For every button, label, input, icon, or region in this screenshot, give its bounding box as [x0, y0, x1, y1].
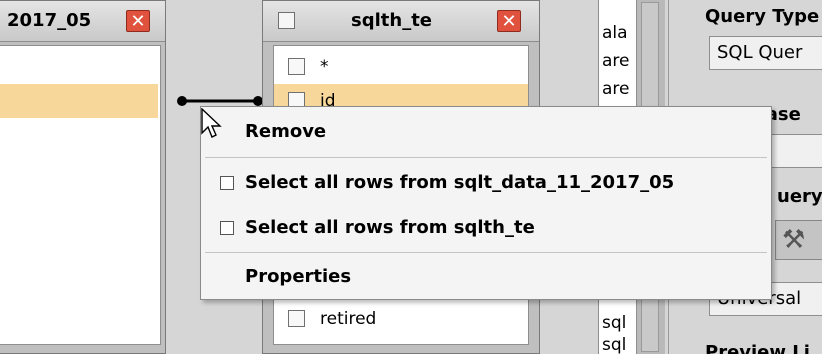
- query-type-dropdown[interactable]: SQL Quer: [709, 36, 822, 70]
- menu-item-remove[interactable]: Remove: [201, 109, 771, 155]
- menu-item-properties-label: Properties: [245, 266, 352, 287]
- query-type-label: Query Type: [705, 6, 820, 27]
- tools-icon: ⚒: [782, 225, 806, 255]
- side-text-line: are: [602, 51, 630, 71]
- menu-item-properties[interactable]: Properties: [201, 254, 771, 300]
- left-table-column-list: [0, 45, 161, 345]
- menu-separator: [205, 157, 767, 158]
- menu-item-select-all-left-label: Select all rows from sqlt_data_11_2017_0…: [245, 172, 675, 193]
- left-table-close-button[interactable]: ✕: [126, 10, 150, 32]
- column-row-retired[interactable]: retired: [274, 302, 528, 336]
- menu-item-select-all-right-label: Select all rows from sqlth_te: [245, 217, 535, 238]
- left-table-window: 2017_05 ✕: [0, 0, 166, 354]
- column-checkbox-retired[interactable]: [288, 310, 305, 327]
- left-table-titlebar[interactable]: 2017_05 ✕: [0, 1, 165, 42]
- right-table-title: sqlth_te: [351, 10, 432, 31]
- mouse-pointer-icon: [201, 108, 222, 138]
- menu-item-remove-label: Remove: [245, 121, 327, 142]
- column-label-all: *: [320, 57, 329, 77]
- column-checkbox-all[interactable]: [288, 58, 305, 75]
- build-query-button[interactable]: ⚒: [775, 220, 822, 260]
- menu-checkbox-select-all-left: [220, 176, 234, 190]
- left-table-title: 2017_05: [7, 10, 92, 31]
- menu-separator: [205, 252, 767, 253]
- side-text-line: are: [602, 79, 630, 99]
- context-menu: Remove Select all rows from sqlt_data_11…: [200, 106, 772, 300]
- preview-limit-label: Preview Li: [705, 342, 810, 354]
- column-row-all[interactable]: *: [274, 50, 528, 84]
- side-text-line: sql: [602, 335, 627, 354]
- menu-item-select-all-right[interactable]: Select all rows from sqlth_te: [201, 205, 771, 251]
- select-all-table-checkbox[interactable]: [278, 12, 295, 29]
- right-table-close-button[interactable]: ✕: [497, 10, 521, 32]
- left-table-highlighted-row[interactable]: [0, 84, 158, 118]
- column-label-retired: retired: [320, 309, 377, 329]
- query-label: uery: [777, 186, 822, 207]
- menu-checkbox-select-all-right: [220, 221, 234, 235]
- side-text-line: sql: [602, 313, 627, 333]
- side-text-line: ala: [602, 23, 628, 43]
- right-table-titlebar[interactable]: sqlth_te ✕: [263, 1, 539, 42]
- menu-item-select-all-left[interactable]: Select all rows from sqlt_data_11_2017_0…: [201, 160, 771, 206]
